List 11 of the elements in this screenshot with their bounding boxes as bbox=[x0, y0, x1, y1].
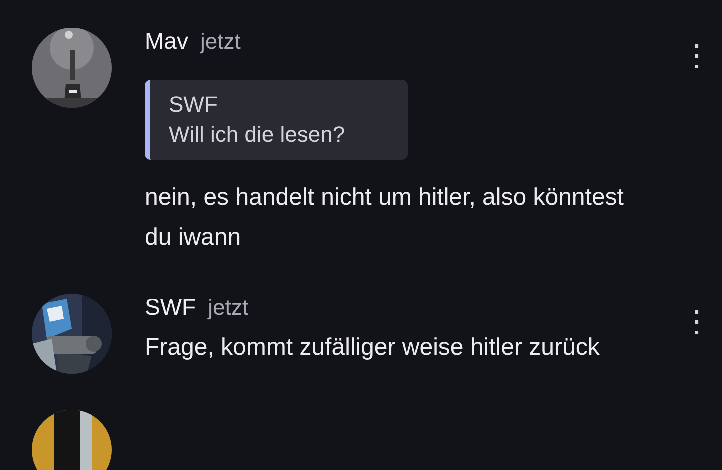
timestamp: jetzt bbox=[208, 295, 248, 321]
quoted-author: SWF bbox=[169, 92, 219, 118]
quoted-message[interactable]: SWF Will ich die lesen? bbox=[145, 80, 408, 160]
author-name[interactable]: SWF bbox=[145, 294, 196, 321]
quoted-text: Will ich die lesen? bbox=[169, 122, 346, 148]
message-text: Frage, kommt zufälliger weise hitler zurück bbox=[145, 333, 601, 363]
message-text: nein, es handelt nicht um hitler, also könntest du iwann bbox=[145, 183, 625, 253]
more-menu-button[interactable]: ⋮ bbox=[682, 308, 702, 338]
timestamp: jetzt bbox=[200, 29, 241, 55]
more-menu-button[interactable]: ⋮ bbox=[682, 42, 702, 72]
author-name[interactable]: Mav bbox=[145, 28, 188, 55]
